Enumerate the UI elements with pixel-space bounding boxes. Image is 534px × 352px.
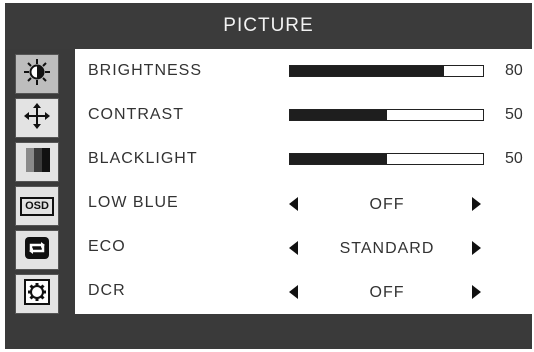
gear-icon xyxy=(22,277,52,312)
contrast-value: 50 xyxy=(505,106,523,123)
low-blue-label: LOW BLUE xyxy=(88,194,179,211)
sidebar-item-eco[interactable] xyxy=(15,230,59,270)
blacklight-label: BLACKLIGHT xyxy=(88,150,198,167)
osd-menu: PICTURE OSD BRIGHTNESS 80 CONTRAST 50 BL… xyxy=(5,3,532,349)
sidebar-item-osd[interactable]: OSD xyxy=(15,186,59,226)
blacklight-row[interactable]: BLACKLIGHT 50 xyxy=(75,137,532,181)
blacklight-slider-fill xyxy=(290,154,387,164)
blacklight-slider[interactable] xyxy=(289,153,484,165)
brightness-row[interactable]: BRIGHTNESS 80 xyxy=(75,49,532,93)
brightness-value: 80 xyxy=(505,62,523,79)
contrast-slider[interactable] xyxy=(289,109,484,121)
low-blue-value: OFF xyxy=(369,196,405,213)
refresh-icon xyxy=(22,233,52,268)
contrast-row[interactable]: CONTRAST 50 xyxy=(75,93,532,137)
arrow-left-icon[interactable] xyxy=(289,197,298,211)
sidebar-item-brightness[interactable] xyxy=(15,54,59,94)
arrow-right-icon[interactable] xyxy=(472,285,481,299)
dcr-value: OFF xyxy=(369,284,405,301)
sidebar-item-color[interactable] xyxy=(15,142,59,182)
osd-icon: OSD xyxy=(20,196,54,216)
brightness-icon xyxy=(22,57,52,92)
brightness-label: BRIGHTNESS xyxy=(88,62,203,79)
arrow-left-icon[interactable] xyxy=(289,285,298,299)
eco-row[interactable]: ECO STANDARD xyxy=(75,225,532,269)
eco-value: STANDARD xyxy=(339,240,435,257)
eco-label: ECO xyxy=(88,238,126,255)
brightness-slider-fill xyxy=(290,66,445,76)
contrast-label: CONTRAST xyxy=(88,106,184,123)
dcr-row[interactable]: DCR OFF xyxy=(75,269,532,313)
contrast-slider-fill xyxy=(290,110,387,120)
sidebar-item-position[interactable] xyxy=(15,98,59,138)
arrow-left-icon[interactable] xyxy=(289,241,298,255)
dcr-label: DCR xyxy=(88,282,126,299)
color-bars-icon xyxy=(22,145,52,180)
brightness-slider[interactable] xyxy=(289,65,484,77)
low-blue-row[interactable]: LOW BLUE OFF xyxy=(75,181,532,225)
arrow-right-icon[interactable] xyxy=(472,197,481,211)
settings-panel: BRIGHTNESS 80 CONTRAST 50 BLACKLIGHT 50 … xyxy=(75,49,532,314)
page-title: PICTURE xyxy=(5,3,532,49)
sidebar-item-settings[interactable] xyxy=(15,274,59,314)
sidebar: OSD xyxy=(5,49,75,314)
blacklight-value: 50 xyxy=(505,150,523,167)
footer-bar xyxy=(5,314,532,349)
move-arrows-icon xyxy=(22,101,52,136)
arrow-right-icon[interactable] xyxy=(472,241,481,255)
